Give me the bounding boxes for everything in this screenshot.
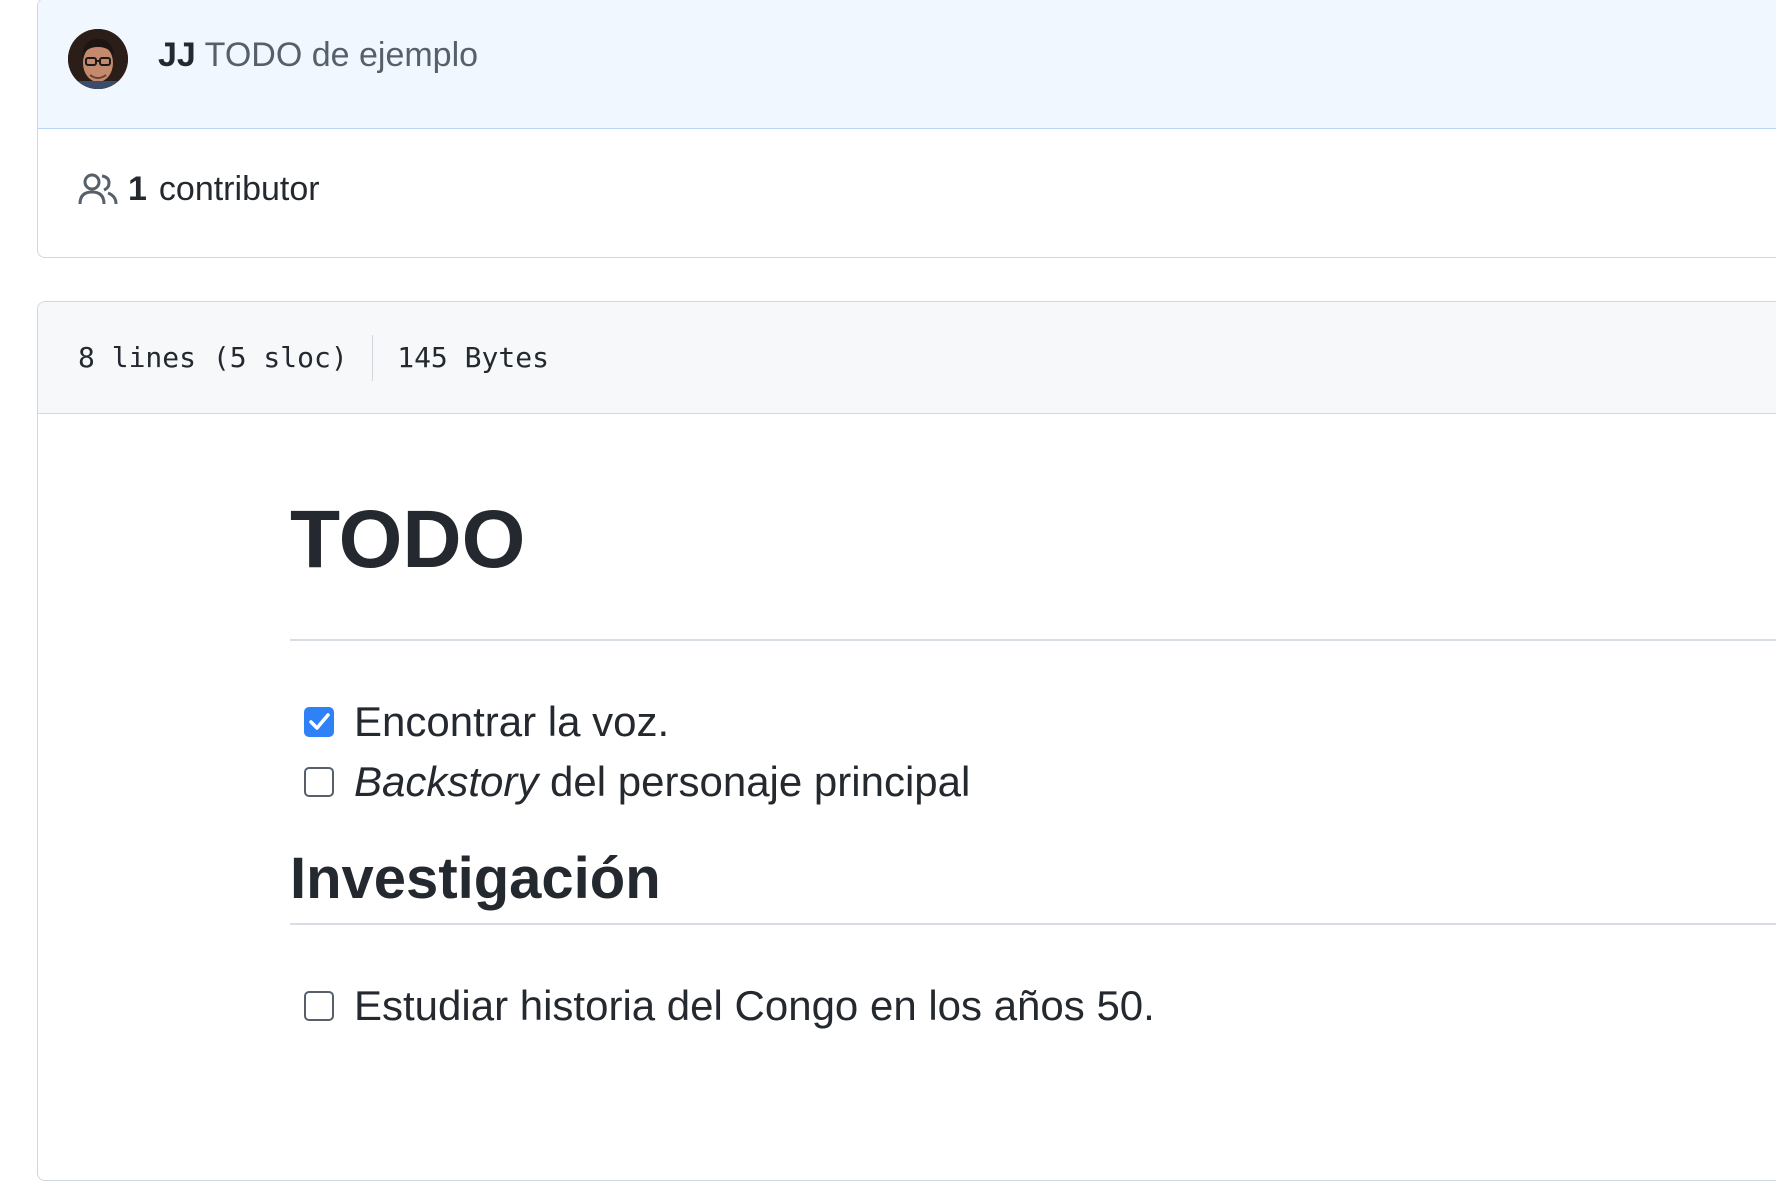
task-label: Encontrar la voz. <box>354 698 670 745</box>
checkmark-icon <box>309 713 330 730</box>
file-info-bar: 8 lines (5 sloc) 145 Bytes <box>38 302 1776 414</box>
contributors-link[interactable]: 1 contributor <box>78 169 320 209</box>
task-text: Estudiar historia del Congo en los años … <box>354 981 1155 1031</box>
task-list-item: Encontrar la voz. <box>304 697 669 747</box>
commit-title: JJ TODO de ejemplo <box>158 35 478 75</box>
commit-author-link[interactable]: JJ <box>158 36 196 74</box>
contributor-count: 1 <box>128 170 147 208</box>
task-label: Estudiar historia del Congo en los años … <box>354 982 1155 1029</box>
task-list-item: Estudiar historia del Congo en los años … <box>304 981 1155 1031</box>
file-viewer: 8 lines (5 sloc) 145 Bytes TODO Encontra… <box>37 301 1776 1181</box>
file-meta-divider <box>371 334 374 381</box>
commit-header: JJ TODO de ejemplo <box>38 0 1776 129</box>
heading-investigacion: Investigación <box>290 846 661 911</box>
people-icon <box>78 173 118 205</box>
author-avatar[interactable] <box>68 29 128 89</box>
task-label: del personaje principal <box>538 758 971 805</box>
file-size: 145 Bytes <box>397 341 549 374</box>
task-checkbox[interactable] <box>304 991 334 1021</box>
task-text: Encontrar la voz. <box>354 697 669 747</box>
file-line-count: 8 lines (5 sloc) <box>78 341 348 374</box>
heading-divider <box>290 639 1776 641</box>
latest-commit-box: JJ TODO de ejemplo 1 contributor <box>37 0 1776 258</box>
task-list-item: Backstory del personaje principal <box>304 757 970 807</box>
avatar-image <box>68 29 128 89</box>
task-text: Backstory del personaje principal <box>354 757 970 807</box>
task-emphasis: Backstory <box>354 758 539 805</box>
task-checkbox[interactable] <box>304 767 334 797</box>
contributor-label: contributor <box>158 170 320 208</box>
heading-divider <box>290 923 1776 925</box>
task-checkbox-checked[interactable] <box>304 707 334 737</box>
commit-message-link[interactable]: TODO de ejemplo <box>205 36 478 74</box>
heading-todo: TODO <box>290 494 526 585</box>
